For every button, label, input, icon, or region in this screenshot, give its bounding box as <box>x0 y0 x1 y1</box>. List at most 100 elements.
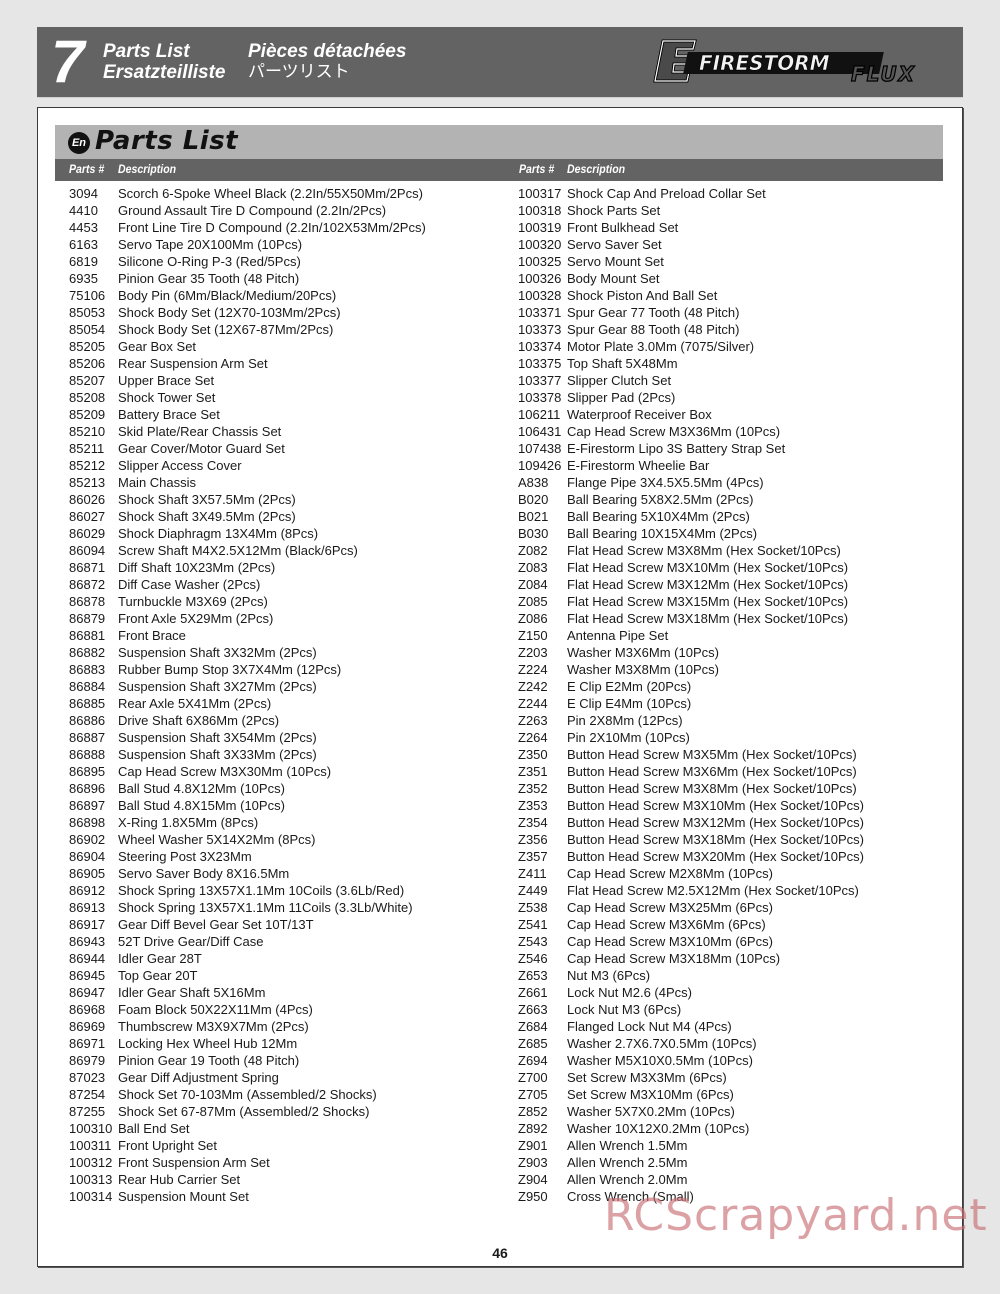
part-description: Shock Spring 13X57X1.1Mm 10Coils (3.6Lb/… <box>118 883 405 898</box>
part-number: 4453 <box>69 220 98 235</box>
part-description: Ball Stud 4.8X12Mm (10Pcs) <box>118 781 285 796</box>
part-number: A838 <box>518 475 549 490</box>
part-description: Allen Wrench 1.5Mm <box>567 1138 688 1153</box>
part-number: Z852 <box>518 1104 548 1119</box>
section-title: Parts List <box>95 126 239 156</box>
part-number: Z356 <box>518 832 548 847</box>
part-number: 100312 <box>69 1155 113 1170</box>
part-description: Button Head Screw M3X20Mm (Hex Socket/10… <box>567 849 864 864</box>
part-number: 86878 <box>69 594 106 609</box>
part-number: Z086 <box>518 611 548 626</box>
part-description: E Clip E4Mm (10Pcs) <box>567 696 692 711</box>
part-number: 85205 <box>69 339 106 354</box>
part-number: 86905 <box>69 866 106 881</box>
part-description: Upper Brace Set <box>118 373 215 388</box>
part-number: 86898 <box>69 815 106 830</box>
part-description: Suspension Shaft 3X27Mm (2Pcs) <box>118 679 317 694</box>
part-description: Shock Spring 13X57X1.1Mm 11Coils (3.3Lb/… <box>118 900 413 915</box>
part-number: Z411 <box>518 866 547 881</box>
part-number: 86943 <box>69 934 106 949</box>
part-description: Main Chassis <box>118 475 197 490</box>
part-description: Rear Suspension Arm Set <box>118 356 268 371</box>
part-description: Washer 10X12X0.2Mm (10Pcs) <box>567 1121 750 1136</box>
part-number: Z083 <box>518 560 548 575</box>
part-description: Cap Head Screw M3X36Mm (10Pcs) <box>567 424 781 439</box>
part-number: Z901 <box>518 1138 548 1153</box>
part-description: Set Screw M3X3Mm (6Pcs) <box>567 1070 727 1085</box>
part-description: Flange Pipe 3X4.5X5.5Mm (4Pcs) <box>567 475 764 490</box>
column-header-description-right: Description <box>567 162 626 176</box>
part-number: 100310 <box>69 1121 113 1136</box>
page-number: 46 <box>492 1245 508 1261</box>
part-number: Z950 <box>518 1189 548 1204</box>
part-number: 6163 <box>69 237 98 252</box>
part-number: 100328 <box>518 288 562 303</box>
part-description: Shock Body Set (12X70-103Mm/2Pcs) <box>118 305 341 320</box>
part-number: 86027 <box>69 509 106 524</box>
part-description: Foam Block 50X22X11Mm (4Pcs) <box>118 1002 313 1017</box>
part-number: Z546 <box>518 951 548 966</box>
column-header-parts-left: Parts # <box>69 162 105 176</box>
part-description: Front Line Tire D Compound (2.2In/102X53… <box>118 220 426 235</box>
part-description: Washer M5X10X0.5Mm (10Pcs) <box>567 1053 753 1068</box>
part-description: Gear Box Set <box>118 339 197 354</box>
part-number: 86902 <box>69 832 106 847</box>
part-description: Washer 2.7X6.7X0.5Mm (10Pcs) <box>567 1036 757 1051</box>
part-description: Ball Bearing 5X10X4Mm (2Pcs) <box>567 509 750 524</box>
part-description: Front Brace <box>118 628 186 643</box>
part-number: 86884 <box>69 679 106 694</box>
part-number: 100317 <box>518 186 562 201</box>
part-number: 86026 <box>69 492 106 507</box>
column-header-bar: Parts # Description Parts # Description <box>55 159 943 181</box>
part-description: Ball Stud 4.8X15Mm (10Pcs) <box>118 798 285 813</box>
part-number: 86971 <box>69 1036 106 1051</box>
part-description: E Clip E2Mm (20Pcs) <box>567 679 692 694</box>
part-description: Pinion Gear 19 Tooth (48 Pitch) <box>118 1053 300 1068</box>
part-description: Button Head Screw M3X12Mm (Hex Socket/10… <box>567 815 864 830</box>
part-number: 86945 <box>69 968 106 983</box>
part-number: 87023 <box>69 1070 106 1085</box>
part-description: Cap Head Screw M3X18Mm (10Pcs) <box>567 951 781 966</box>
title-english: Parts List <box>103 41 190 62</box>
part-number: Z892 <box>518 1121 548 1136</box>
part-number: Z203 <box>518 645 548 660</box>
part-description: Ball End Set <box>118 1121 190 1136</box>
part-description: Motor Plate 3.0Mm (7075/Silver) <box>567 339 755 354</box>
part-number: 85211 <box>69 441 105 456</box>
part-description: Shock Cap And Preload Collar Set <box>567 186 766 201</box>
part-number: 103375 <box>518 356 562 371</box>
part-description: Suspension Mount Set <box>118 1189 249 1204</box>
part-number: 103374 <box>518 339 562 354</box>
part-number: 86979 <box>69 1053 106 1068</box>
part-number: 85209 <box>69 407 106 422</box>
part-description: Gear Cover/Motor Guard Set <box>118 441 285 456</box>
part-number: 86871 <box>69 560 106 575</box>
part-description: Flat Head Screw M3X8Mm (Hex Socket/10Pcs… <box>567 543 841 558</box>
part-number: Z357 <box>518 849 548 864</box>
part-description: Suspension Shaft 3X32Mm (2Pcs) <box>118 645 317 660</box>
part-description: Slipper Access Cover <box>118 458 242 473</box>
logo-text-sub: FLUX <box>851 62 916 86</box>
part-number: 86917 <box>69 917 106 932</box>
part-description: Cap Head Screw M3X6Mm (6Pcs) <box>567 917 766 932</box>
part-number: B020 <box>518 492 549 507</box>
part-number: Z903 <box>518 1155 548 1170</box>
part-description: Drive Shaft 6X86Mm (2Pcs) <box>118 713 280 728</box>
part-number: Z700 <box>518 1070 548 1085</box>
part-number: 85053 <box>69 305 106 320</box>
part-description: Button Head Screw M3X5Mm (Hex Socket/10P… <box>567 747 857 762</box>
part-description: Allen Wrench 2.5Mm <box>567 1155 688 1170</box>
part-number: Z352 <box>518 781 548 796</box>
part-description: Cap Head Screw M3X25Mm (6Pcs) <box>567 900 773 915</box>
part-number: 6935 <box>69 271 98 286</box>
part-number: 75106 <box>69 288 106 303</box>
part-number: 87255 <box>69 1104 106 1119</box>
part-number: Z244 <box>518 696 548 711</box>
part-description: Idler Gear 28T <box>118 951 202 966</box>
part-description: Washer M3X6Mm (10Pcs) <box>567 645 719 660</box>
part-description: Spur Gear 88 Tooth (48 Pitch) <box>567 322 740 337</box>
part-description: Ball Bearing 5X8X2.5Mm (2Pcs) <box>567 492 754 507</box>
part-number: 86872 <box>69 577 106 592</box>
part-description: Screw Shaft M4X2.5X12Mm (Black/6Pcs) <box>118 543 358 558</box>
part-description: Silicone O-Ring P-3 (Red/5Pcs) <box>118 254 301 269</box>
